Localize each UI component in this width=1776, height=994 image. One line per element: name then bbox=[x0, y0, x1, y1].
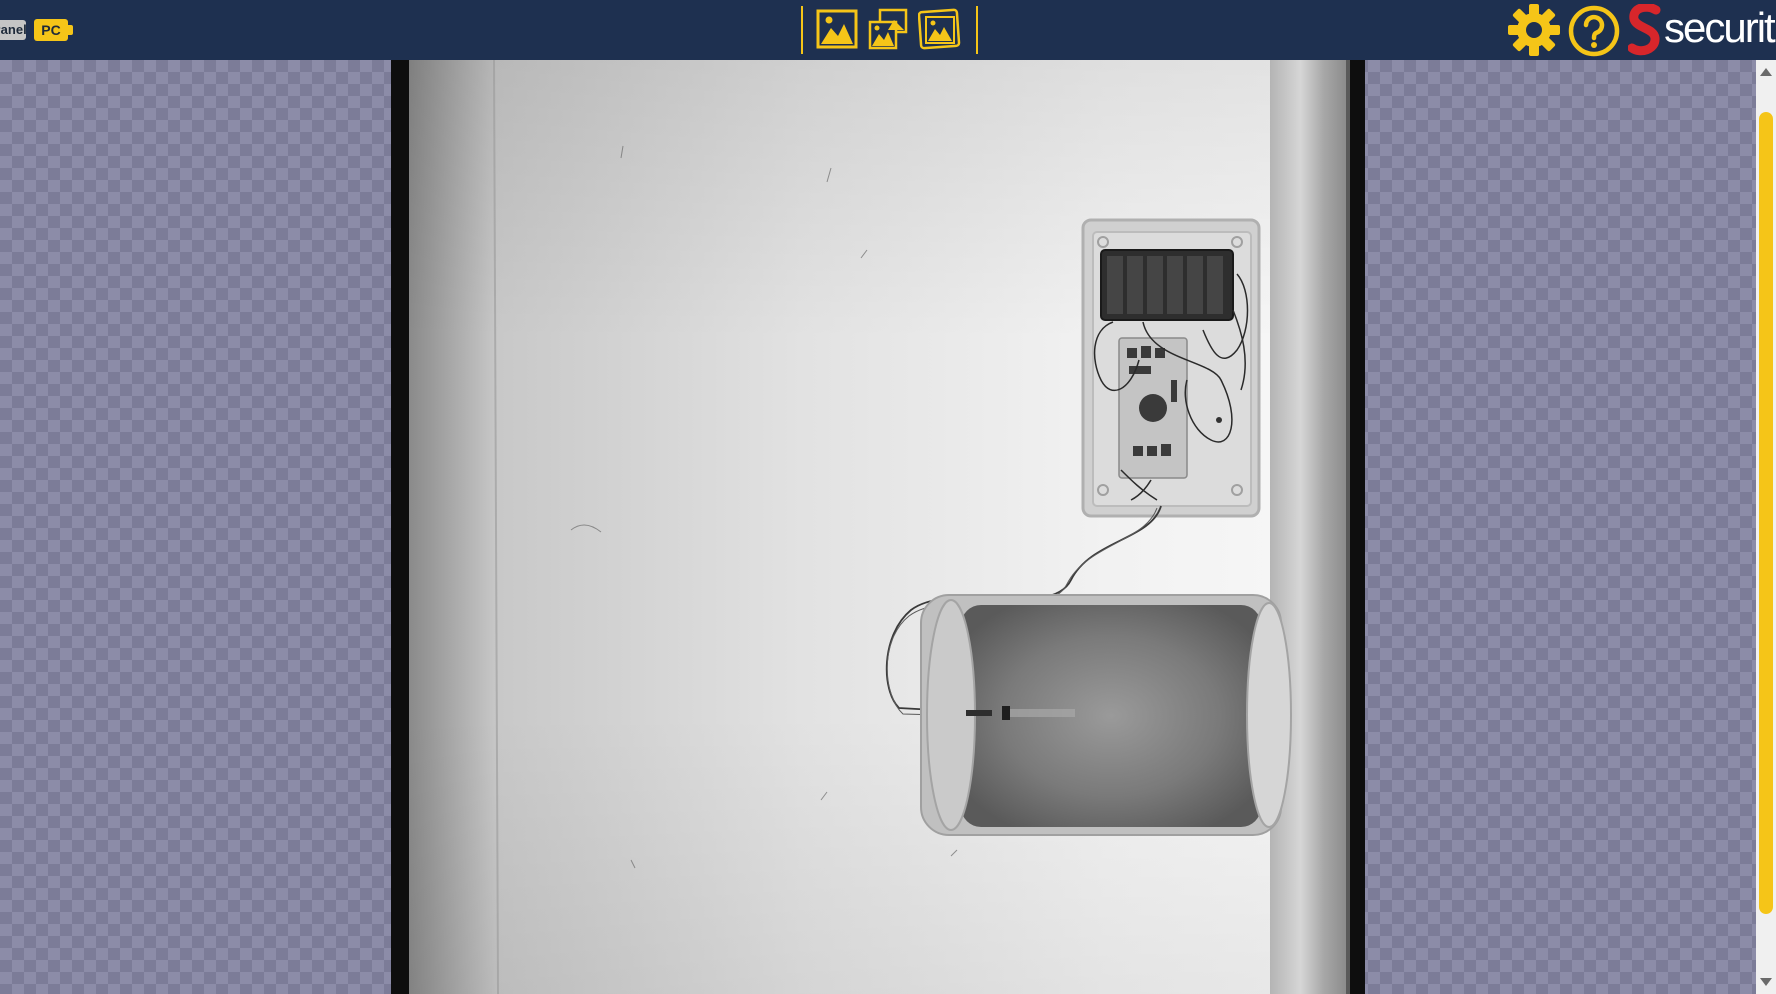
toolbar-divider-right bbox=[976, 6, 978, 54]
logo-text: securit bbox=[1664, 4, 1776, 51]
gear-icon bbox=[1508, 4, 1560, 56]
top-toolbar: Panel PC bbox=[0, 0, 1776, 60]
image-frame-icon bbox=[917, 8, 961, 50]
vertical-scrollbar[interactable] bbox=[1756, 60, 1776, 994]
xray-image[interactable] bbox=[391, 60, 1365, 994]
tab-panel[interactable]: Panel bbox=[0, 20, 26, 40]
tab-pc[interactable]: PC bbox=[34, 19, 73, 41]
logo-s-icon bbox=[1628, 4, 1661, 56]
multi-image-icon bbox=[868, 8, 908, 50]
image-viewer[interactable] bbox=[0, 60, 1776, 994]
toolbar-divider-left bbox=[801, 6, 803, 54]
multi-image-view-button[interactable] bbox=[866, 8, 910, 52]
single-image-icon bbox=[816, 9, 858, 49]
settings-button[interactable] bbox=[1506, 2, 1562, 58]
brand-logo: securit bbox=[1628, 4, 1776, 56]
scroll-up-arrow-icon[interactable] bbox=[1760, 68, 1772, 76]
single-image-view-button[interactable] bbox=[816, 8, 860, 52]
help-button[interactable] bbox=[1567, 4, 1621, 58]
scroll-down-arrow-icon[interactable] bbox=[1760, 978, 1772, 986]
framed-image-view-button[interactable] bbox=[917, 8, 962, 52]
scroll-thumb[interactable] bbox=[1759, 112, 1773, 914]
xray-scan-graphic bbox=[391, 60, 1365, 994]
scroll-track[interactable] bbox=[1759, 112, 1773, 914]
help-circle-icon bbox=[1568, 5, 1620, 57]
